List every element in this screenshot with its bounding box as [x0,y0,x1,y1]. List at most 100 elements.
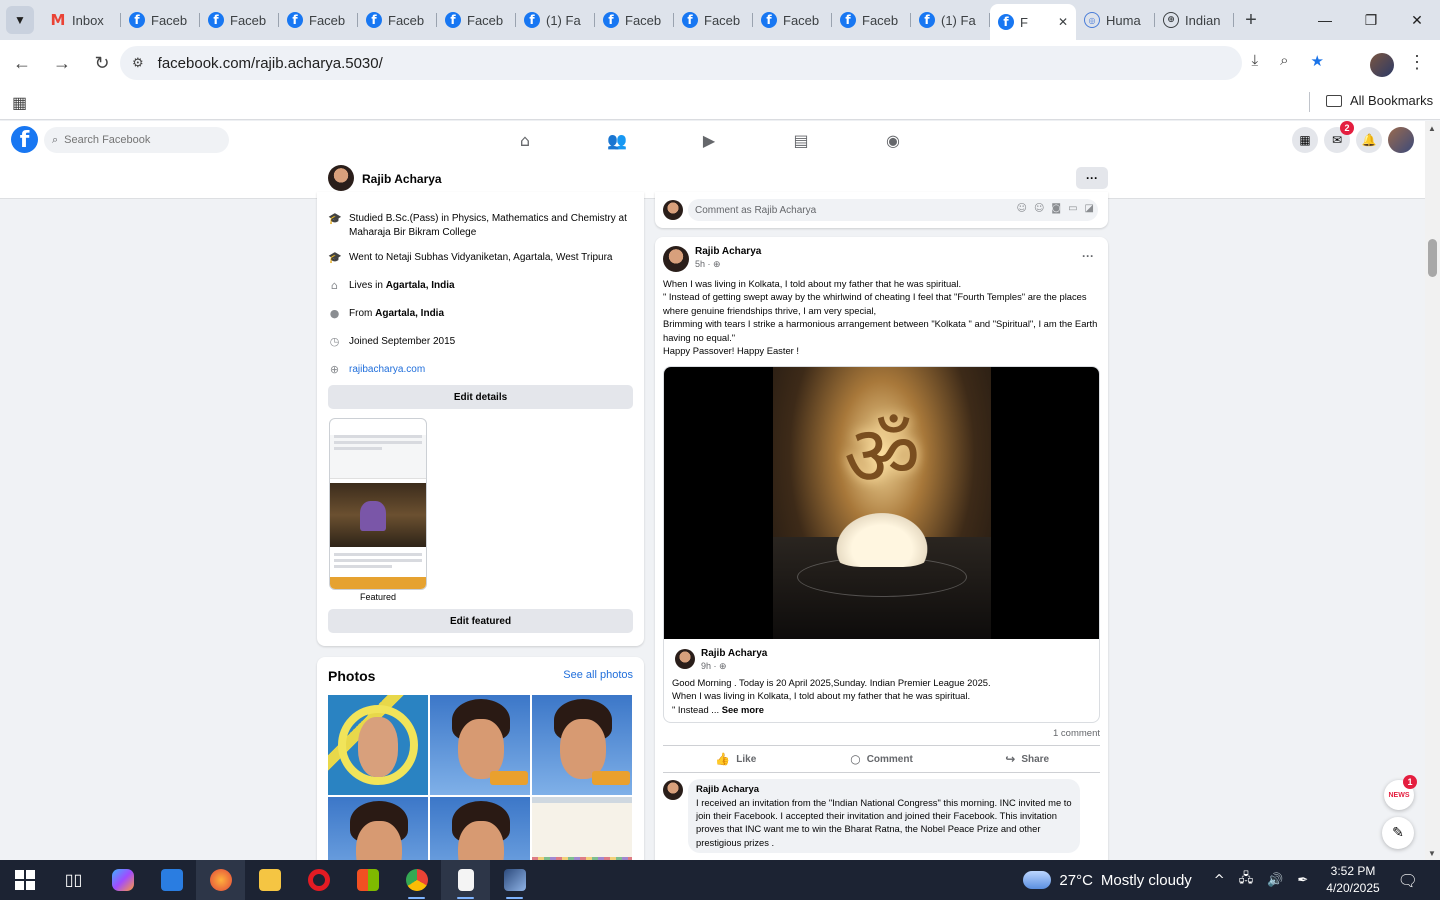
site-settings-icon[interactable]: ⚙ [132,55,144,71]
browser-tab[interactable]: f (1) Fa [516,4,595,36]
forward-button[interactable]: → [44,45,80,81]
browser-tab[interactable]: f (1) Fa [911,4,990,36]
opera-app[interactable] [294,860,343,900]
shared-author-name[interactable]: Rajib Acharya [701,648,767,659]
account-avatar[interactable] [1388,127,1414,153]
facebook-logo[interactable]: f [11,126,38,153]
file-explorer-app[interactable] [245,860,294,900]
task-view-button[interactable]: ▯▯ [49,860,98,900]
browser-tab[interactable]: f Faceb [200,4,279,36]
gif-icon[interactable]: ▭ [1068,203,1077,214]
sticker-icon[interactable]: ◪ [1085,203,1094,214]
pen-icon[interactable]: ✒ [1297,873,1308,888]
all-bookmarks-button[interactable]: All Bookmarks [1326,93,1433,108]
home-icon[interactable]: ⌂ [510,129,540,151]
browser-tab[interactable]: f Faceb [437,4,516,36]
notification-center-icon[interactable]: 🗨 [1398,871,1418,890]
photo-thumbnail[interactable] [532,695,632,795]
post-options-icon[interactable]: ··· [1082,249,1094,263]
shared-author-avatar[interactable] [675,649,695,669]
share-button[interactable]: ↪ Share [954,746,1100,772]
video-icon[interactable]: ▶ [694,129,724,151]
chrome-app[interactable] [392,860,441,900]
browser-tab[interactable]: f Faceb [832,4,911,36]
browser-tab[interactable]: M Inbox [42,4,121,36]
zoom-icon[interactable]: ⌕ [1280,52,1288,70]
avatar-sticker-icon[interactable]: ☺ [1017,203,1027,214]
network-icon[interactable]: 🖧 [1239,869,1254,891]
weather-widget[interactable]: 27°C Mostly cloudy [1023,871,1192,889]
scroll-down-icon[interactable]: ▼ [1428,849,1436,858]
remote-app[interactable] [147,860,196,900]
tab-active[interactable]: f F ✕ [990,4,1076,40]
edit-featured-button[interactable]: Edit featured [328,609,633,633]
like-button[interactable]: 👍 Like [663,746,809,772]
page-scrollbar[interactable]: ▲ ▼ [1425,121,1440,860]
browser-tab[interactable]: f Faceb [279,4,358,36]
comment-author-avatar[interactable] [663,780,683,800]
search-input[interactable] [64,134,215,146]
browser-tab[interactable]: f Faceb [674,4,753,36]
copilot-app[interactable] [98,860,147,900]
shared-post[interactable]: ॐ Rajib Acharya 9h · ⊕ Good Morning . To… [663,366,1100,723]
emoji-icon[interactable]: ☺ [1034,203,1044,214]
browser-tab[interactable]: f Faceb [595,4,674,36]
website-link[interactable]: rajibacharya.com [349,363,425,377]
start-button[interactable] [0,860,49,900]
firefox-app[interactable] [196,860,245,900]
comment-button[interactable]: ○ Comment [809,746,955,772]
volume-icon[interactable]: 🔊 [1267,873,1283,888]
edit-details-button[interactable]: Edit details [328,385,633,409]
comment-author-name[interactable]: Rajib Acharya [696,784,1072,795]
facebook-search[interactable]: ⌕ [44,127,229,153]
profile-more-button[interactable]: ··· [1076,167,1108,189]
new-tab-button[interactable]: + [1236,5,1266,35]
bookmark-star-icon[interactable]: ★ [1311,52,1324,70]
photo-thumbnail[interactable] [430,695,530,795]
profile-avatar[interactable] [328,165,354,191]
photo-thumbnail[interactable] [328,695,428,795]
friends-icon[interactable]: 👥 [602,129,632,151]
messenger-icon[interactable]: ✉ 2 [1324,121,1354,153]
shared-post-image[interactable]: ॐ [664,367,1099,639]
chat-head[interactable]: NEWS 1 [1384,775,1417,810]
browser-tab[interactable]: ⊕ Indian [1155,4,1234,36]
media-app[interactable] [490,860,539,900]
featured-item[interactable] [329,418,427,590]
see-all-photos-link[interactable]: See all photos [563,669,633,681]
tab-search-button[interactable]: ▼ [6,6,34,34]
new-message-button[interactable]: ✎ [1382,817,1414,849]
minimize-icon[interactable]: — [1302,0,1348,40]
profile-name[interactable]: Rajib Acharya [362,172,442,186]
camera-icon[interactable]: ◙ [1051,203,1061,214]
browser-tab[interactable]: ◎ Huma [1076,4,1155,36]
notepad-app[interactable] [441,860,490,900]
install-app-icon[interactable]: ⤓ [1252,52,1259,70]
store-app[interactable] [343,860,392,900]
see-more-link[interactable]: See more [722,704,764,715]
browser-tab[interactable]: f Faceb [753,4,832,36]
back-button[interactable]: ← [4,45,40,81]
post-author-name[interactable]: Rajib Acharya [695,246,761,257]
apps-grid-icon[interactable]: ▦ [12,93,27,113]
menu-grid-icon[interactable]: ▦ [1292,127,1318,153]
notifications-bell-icon[interactable]: 🔔 [1356,127,1382,153]
browser-menu-icon[interactable]: ⋮ [1408,52,1426,73]
scroll-up-icon[interactable]: ▲ [1428,124,1436,133]
browser-tab[interactable]: f Faceb [121,4,200,36]
close-window-icon[interactable]: ✕ [1394,0,1440,40]
chevron-up-icon[interactable]: ^ [1214,873,1225,888]
scrollbar-thumb[interactable] [1428,239,1437,277]
post-timestamp[interactable]: 5h · ⊕ [695,259,721,270]
groups-icon[interactable]: ◉ [878,129,908,151]
browser-tab[interactable]: f Faceb [358,4,437,36]
marketplace-icon[interactable]: ▤ [786,129,816,151]
shared-timestamp[interactable]: 9h · ⊕ [701,661,727,672]
maximize-icon[interactable]: ❐ [1348,0,1394,40]
comment-count[interactable]: 1 comment [1053,728,1100,739]
address-bar[interactable]: ⚙ facebook.com/rajib.acharya.5030/ [120,46,1242,80]
taskbar-clock[interactable]: 3:52 PM 4/20/2025 [1326,863,1379,897]
browser-profile-avatar[interactable] [1370,53,1394,77]
url-text[interactable]: facebook.com/rajib.acharya.5030/ [158,55,383,72]
tab-close-icon[interactable]: ✕ [1058,15,1068,29]
